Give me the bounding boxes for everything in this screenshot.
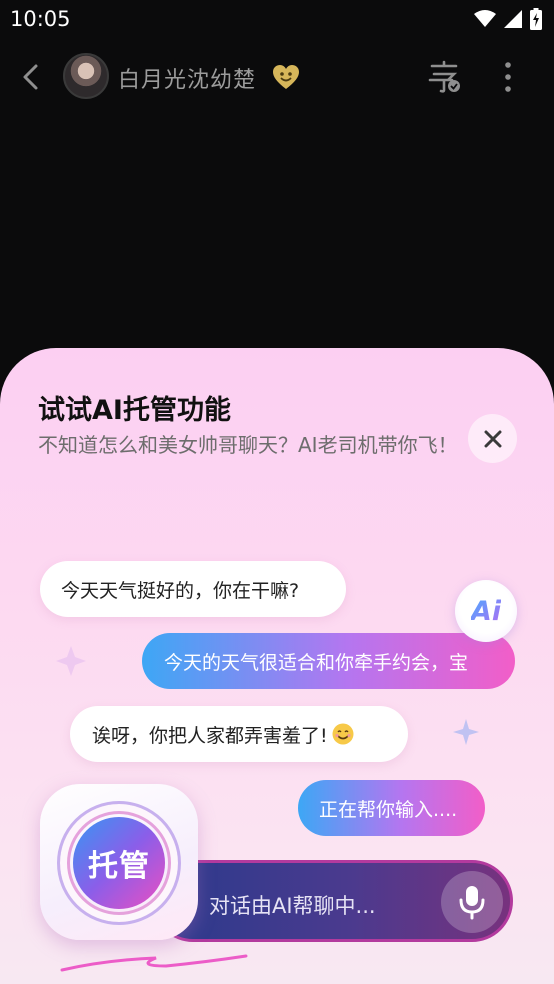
voice-input-button[interactable] [441, 871, 503, 933]
sparkle-icon [453, 719, 479, 745]
status-time: 10:05 [10, 7, 71, 31]
ai-managed-label: 托管 [88, 849, 150, 884]
translate-icon[interactable] [426, 60, 462, 94]
status-bar: 10:05 [0, 0, 554, 38]
back-arrow-icon[interactable] [18, 62, 44, 92]
ai-managed-button[interactable]: 托管 [40, 784, 198, 940]
ai-badge-label: Ai [470, 595, 502, 627]
microphone-icon [459, 886, 485, 920]
close-icon [484, 430, 501, 447]
ai-badge: Ai [455, 580, 517, 642]
chat-bubble-incoming: 诶呀，你把人家都弄害羞了! [70, 706, 408, 762]
status-icons [474, 8, 542, 30]
smile-emoji-icon [332, 723, 354, 745]
chat-bubble-typing: 正在帮你输入.... [298, 780, 485, 836]
ai-managed-promo-sheet: 试试AI托管功能 不知道怎么和美女帅哥聊天？AI老司机带你飞！ 今天天气挺好的，… [0, 348, 554, 984]
sheet-subtitle: 不知道怎么和美女帅哥聊天？AI老司机带你飞！ [38, 433, 458, 457]
chat-bubble-incoming: 今天天气挺好的，你在干嘛? [40, 561, 346, 617]
battery-icon [530, 8, 542, 30]
sheet-title: 试试AI托管功能 [38, 395, 231, 426]
contact-name[interactable]: 白月光沈幼楚 [118, 62, 256, 94]
ai-managed-core: 托管 [73, 817, 165, 909]
signal-icon [504, 10, 522, 28]
more-options-icon[interactable] [498, 60, 518, 94]
close-button[interactable] [468, 414, 517, 463]
contact-avatar[interactable] [63, 53, 109, 99]
ai-chat-input-bar[interactable]: 对话由AI帮聊中... [152, 860, 513, 942]
chat-bubble-text: 诶呀，你把人家都弄害羞了! [92, 724, 328, 747]
chat-header: 白月光沈幼楚 [0, 48, 554, 108]
decorative-swoosh [60, 954, 248, 972]
chat-bubble-outgoing: 今天的天气很适合和你牵手约会，宝 [142, 633, 515, 689]
input-status-text: 对话由AI帮聊中... [209, 894, 376, 918]
heart-face-badge-icon [273, 65, 299, 89]
sparkle-icon [56, 646, 86, 676]
wifi-icon [474, 10, 496, 27]
